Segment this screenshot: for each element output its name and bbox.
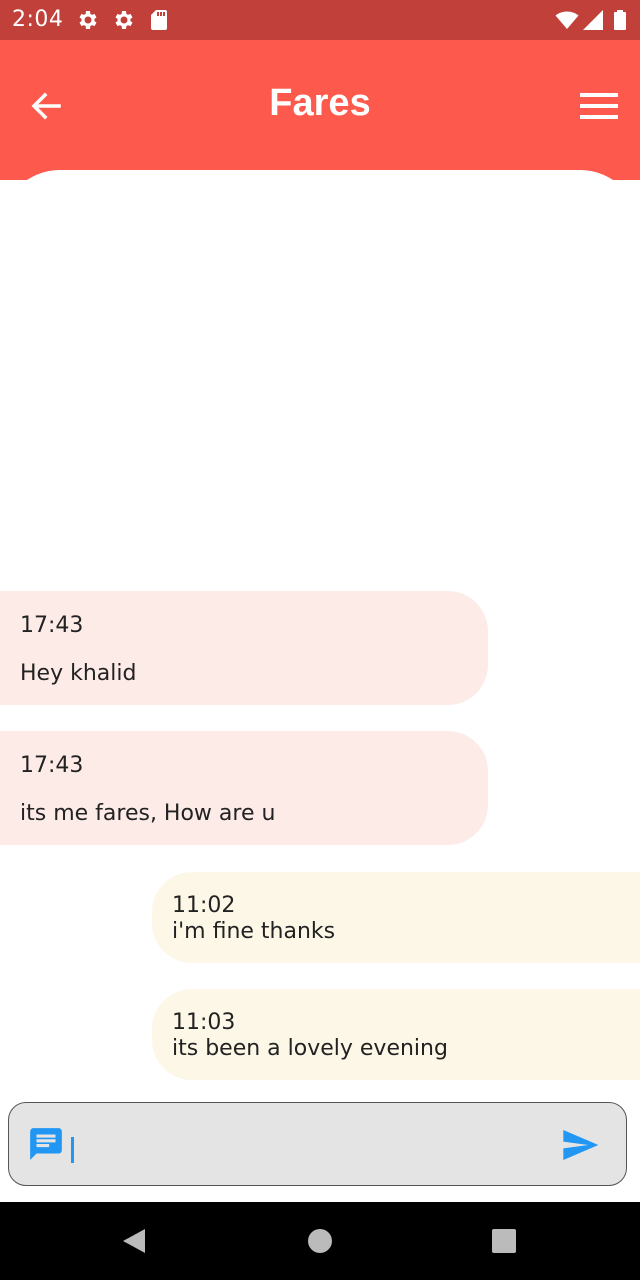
nav-home-icon[interactable] (305, 1226, 335, 1256)
nav-back-icon[interactable] (119, 1226, 149, 1256)
message-bubble-incoming[interactable]: 17:43 its me fares, How are u (0, 731, 488, 845)
message-text: i'm fine thanks (172, 919, 336, 944)
system-nav-bar (0, 1202, 640, 1280)
text-cursor (71, 1137, 74, 1163)
nav-recents-icon[interactable] (489, 1226, 519, 1256)
message-bubble-incoming[interactable]: 17:43 Hey khalid (0, 591, 488, 705)
settings-icon (79, 11, 97, 29)
settings-icon (115, 11, 133, 29)
message-text: Hey khalid (20, 661, 137, 686)
message-time: 11:02 (172, 893, 236, 918)
hamburger-menu-icon[interactable] (578, 86, 620, 126)
status-bar: 2:04 (0, 0, 640, 40)
message-bubble-outgoing[interactable]: 11:02 i'm fine thanks (152, 872, 640, 963)
app-bar: Fares (0, 40, 640, 180)
page-title: Fares (269, 82, 371, 124)
message-composer (8, 1102, 627, 1186)
message-bubble-outgoing[interactable]: 11:03 its been a lovely evening (152, 989, 640, 1080)
message-text: its me fares, How are u (20, 801, 276, 826)
message-time: 11:03 (172, 1010, 236, 1035)
message-time: 17:43 (20, 613, 84, 638)
message-text: its been a lovely evening (172, 1036, 448, 1061)
cell-signal-icon (583, 10, 603, 30)
status-time: 2:04 (12, 7, 64, 32)
sd-card-icon (151, 10, 167, 30)
wifi-icon (555, 11, 579, 29)
message-time: 17:43 (20, 753, 84, 778)
message-input[interactable] (79, 1121, 539, 1169)
send-icon[interactable] (560, 1125, 600, 1165)
message-icon (30, 1128, 62, 1160)
battery-icon (614, 10, 626, 30)
